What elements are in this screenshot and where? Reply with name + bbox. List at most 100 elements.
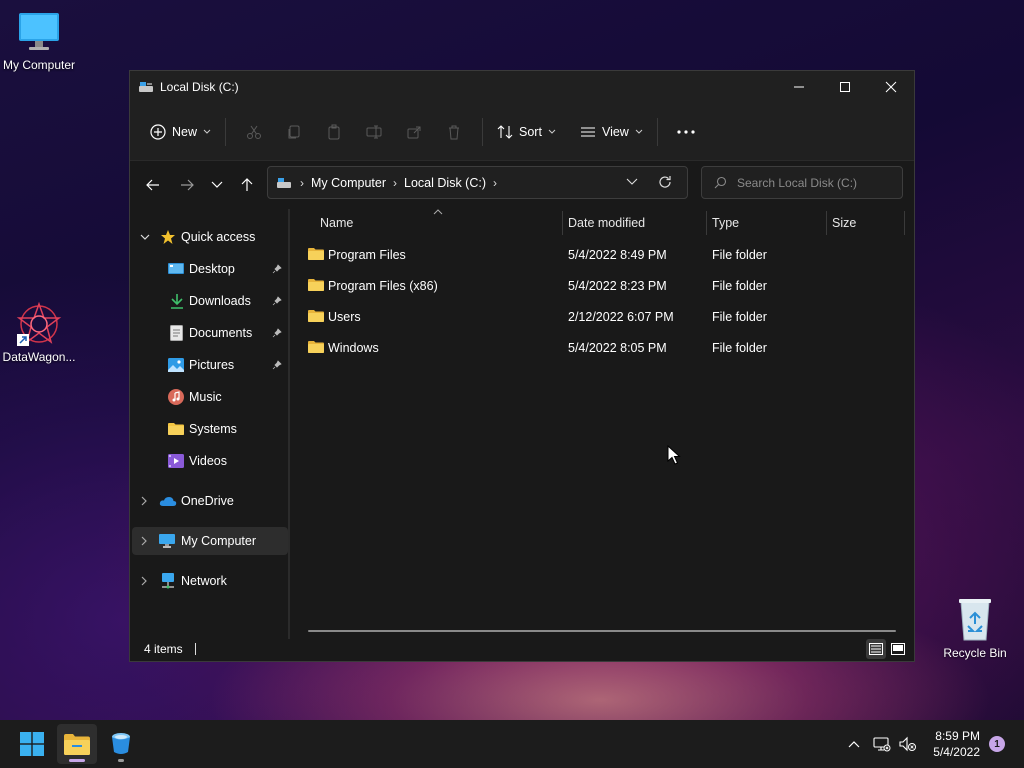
toolbar-separator — [225, 117, 227, 146]
datawagon-taskbar-button[interactable] — [101, 724, 141, 764]
pin-icon — [272, 264, 282, 274]
breadcrumb-my-computer[interactable]: My Computer — [311, 176, 386, 190]
delete-button[interactable] — [434, 116, 474, 148]
address-dropdown-button[interactable] — [626, 178, 638, 186]
scissors-icon — [247, 125, 262, 139]
column-divider[interactable] — [706, 211, 707, 235]
file-type: File folder — [712, 310, 767, 324]
file-explorer-taskbar-button[interactable] — [57, 724, 97, 764]
mouse-pointer-icon — [667, 445, 681, 465]
share-button[interactable] — [394, 116, 434, 148]
new-button[interactable]: New — [144, 116, 217, 148]
column-headers: Name Date modified Type Size — [290, 209, 914, 237]
column-divider[interactable] — [826, 211, 827, 235]
details-view-button[interactable] — [866, 639, 886, 659]
search-box[interactable]: Search Local Disk (C:) — [701, 166, 903, 199]
folder-icon — [308, 248, 324, 260]
column-header-size[interactable]: Size — [832, 216, 856, 230]
volume-button[interactable] — [897, 720, 919, 768]
paste-icon — [328, 124, 340, 139]
sidebar-item-quick-access[interactable]: Quick access — [130, 223, 286, 251]
rename-button[interactable] — [354, 116, 394, 148]
toolbar-separator — [656, 117, 658, 146]
desktop-icon-label: Recycle Bin — [943, 646, 1007, 660]
plus-circle-icon — [150, 123, 166, 140]
sidebar-item-desktop[interactable]: Desktop — [130, 255, 286, 283]
sidebar-item-label: Music — [189, 390, 222, 404]
view-button[interactable]: View — [574, 116, 649, 148]
chevron-down-icon — [140, 234, 150, 240]
taskbar: 8:59 PM 5/4/2022 1 — [0, 720, 1024, 768]
folder-icon — [308, 310, 324, 322]
windows-logo-icon — [20, 732, 44, 756]
sidebar-item-label: Videos — [189, 454, 227, 468]
arrow-left-icon — [146, 179, 159, 191]
horizontal-scrollbar[interactable] — [308, 630, 896, 632]
chevron-up-icon — [848, 741, 860, 748]
back-button[interactable] — [138, 170, 168, 200]
item-count: 4 items — [144, 642, 183, 656]
notification-badge[interactable]: 1 — [989, 736, 1005, 752]
minimize-button[interactable] — [776, 71, 822, 103]
breadcrumb-chevron-icon[interactable]: › — [393, 176, 397, 190]
maximize-button[interactable] — [822, 71, 868, 103]
address-bar[interactable]: › My Computer › Local Disk (C:) › — [267, 166, 688, 199]
desktop-icon-datawagon[interactable]: DataWagon... — [0, 300, 78, 364]
column-divider[interactable] — [562, 211, 563, 235]
desktop-icon-recycle-bin[interactable]: Recycle Bin — [936, 596, 1014, 660]
minimize-icon — [794, 86, 804, 88]
more-icon — [677, 129, 695, 134]
show-hidden-icons-button[interactable] — [842, 720, 866, 768]
file-date: 2/12/2022 6:07 PM — [568, 310, 674, 324]
network-status-button[interactable] — [871, 720, 893, 768]
breadcrumb-chevron-icon[interactable]: › — [493, 176, 497, 190]
breadcrumb-chevron-icon[interactable]: › — [300, 176, 304, 190]
sidebar-item-onedrive[interactable]: OneDrive — [130, 487, 286, 515]
tiles-view-button[interactable] — [888, 639, 908, 659]
folder-icon — [168, 423, 184, 435]
column-header-date[interactable]: Date modified — [568, 216, 645, 230]
network-disconnected-icon — [873, 737, 891, 752]
sort-ascending-icon — [433, 209, 443, 215]
file-row[interactable]: Program Files (x86) 5/4/2022 8:23 PM Fil… — [306, 272, 896, 300]
column-divider[interactable] — [904, 211, 905, 235]
paste-button[interactable] — [314, 116, 354, 148]
file-row[interactable]: Users 2/12/2022 6:07 PM File folder — [306, 303, 896, 331]
sidebar-item-downloads[interactable]: Downloads — [130, 287, 286, 315]
title-bar[interactable]: Local Disk (C:) — [130, 71, 914, 103]
file-row[interactable]: Windows 5/4/2022 8:05 PM File folder — [306, 334, 896, 362]
up-button[interactable] — [232, 170, 262, 200]
drive-icon — [276, 176, 292, 190]
cloud-icon — [159, 497, 177, 506]
recent-locations-button[interactable] — [202, 170, 232, 200]
file-date: 5/4/2022 8:23 PM — [568, 279, 667, 293]
chevron-right-icon — [141, 576, 147, 586]
sidebar-item-systems[interactable]: Systems — [130, 415, 286, 443]
column-header-name[interactable]: Name — [320, 216, 353, 230]
copy-button[interactable] — [274, 116, 314, 148]
desktop-icon-my-computer[interactable]: My Computer — [0, 8, 78, 72]
pin-icon — [272, 328, 282, 338]
column-header-type[interactable]: Type — [712, 216, 739, 230]
file-name: Users — [328, 310, 361, 324]
refresh-button[interactable] — [658, 175, 672, 189]
sidebar-item-pictures[interactable]: Pictures — [130, 351, 286, 379]
forward-button[interactable] — [172, 170, 202, 200]
more-options-button[interactable] — [666, 116, 706, 148]
sidebar-item-label: Desktop — [189, 262, 235, 276]
trash-icon — [449, 125, 460, 139]
sidebar-item-network[interactable]: Network — [130, 567, 286, 595]
sort-button[interactable]: Sort — [491, 116, 562, 148]
sidebar-item-music[interactable]: Music — [130, 383, 286, 411]
breadcrumb-local-disk[interactable]: Local Disk (C:) — [404, 176, 486, 190]
sidebar-item-my-computer[interactable]: My Computer — [132, 527, 288, 555]
running-app-indicator — [118, 759, 124, 762]
close-button[interactable] — [868, 71, 914, 103]
clock[interactable]: 8:59 PM 5/4/2022 — [933, 728, 980, 760]
file-row[interactable]: Program Files 5/4/2022 8:49 PM File fold… — [306, 241, 896, 269]
search-input[interactable]: Search Local Disk (C:) — [737, 176, 857, 190]
sidebar-item-videos[interactable]: Videos — [130, 447, 286, 475]
start-button[interactable] — [12, 724, 52, 764]
sidebar-item-documents[interactable]: Documents — [130, 319, 286, 347]
cut-button[interactable] — [234, 116, 274, 148]
